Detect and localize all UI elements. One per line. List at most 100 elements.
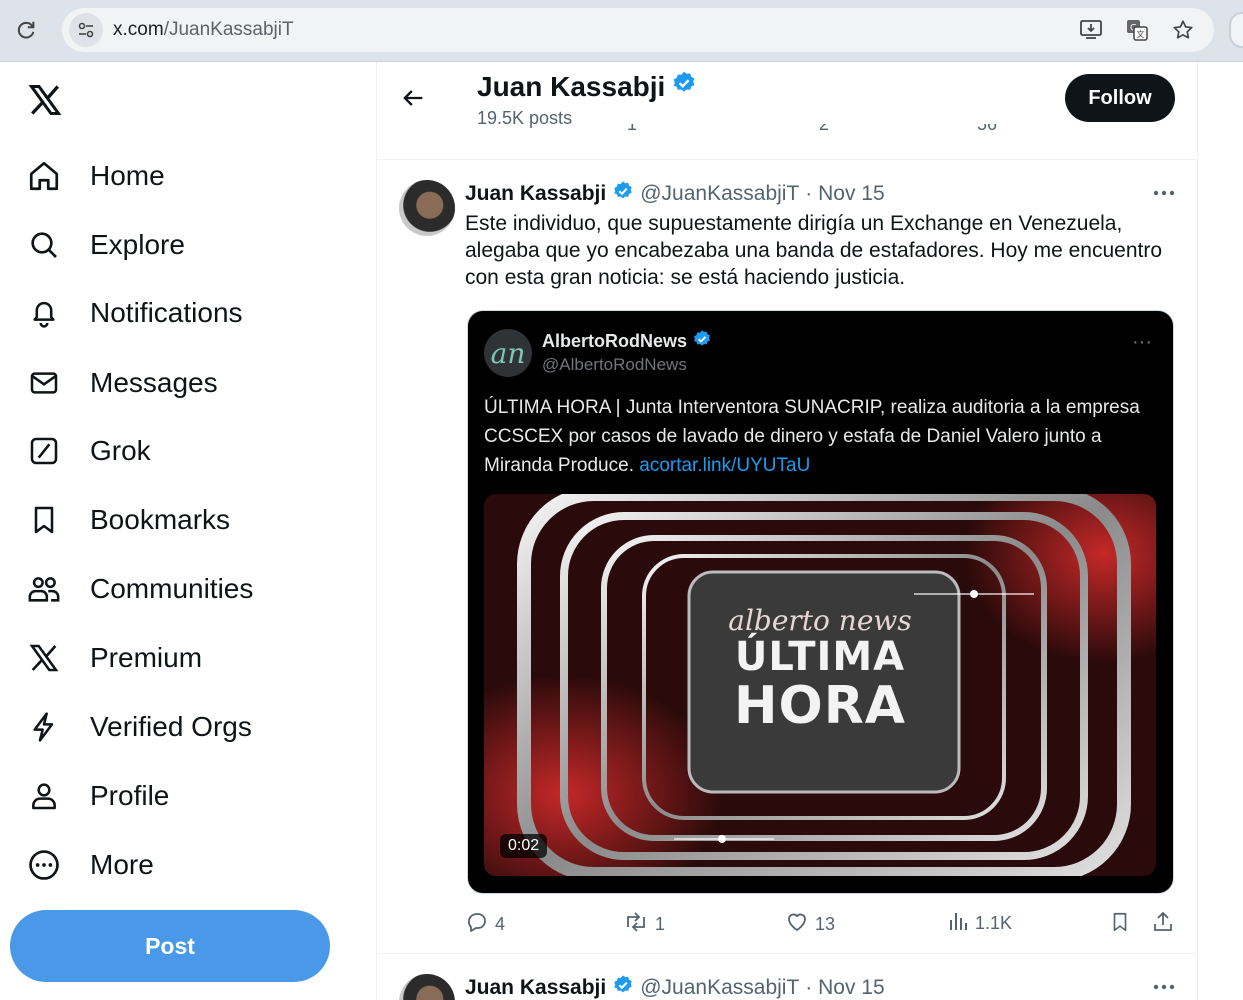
nav-item-home[interactable]: Home bbox=[26, 151, 165, 201]
like-button[interactable]: 13 bbox=[785, 910, 835, 939]
heart-icon bbox=[785, 910, 809, 939]
partial-repost-count: 1 bbox=[627, 124, 638, 134]
quoted-link[interactable]: acortar.link/UYUTaU bbox=[639, 455, 810, 476]
tweet-author-name[interactable]: Juan Kassabji bbox=[465, 976, 606, 1000]
nav-label: More bbox=[90, 849, 154, 880]
share-icon bbox=[1151, 910, 1175, 939]
video-duration: 0:02 bbox=[500, 834, 548, 858]
tweet[interactable]: Juan Kassabji @JuanKassabjiT · Nov 15 Es… bbox=[377, 162, 1197, 954]
x-icon bbox=[26, 640, 62, 676]
nav-label: Profile bbox=[90, 780, 170, 811]
main-column: Juan Kassabji @JuanKassabjiT · Nov 15 Es… bbox=[376, 62, 1198, 1000]
bell-icon bbox=[26, 295, 62, 331]
views-count: 1.1K bbox=[975, 913, 1013, 933]
nav-label: Bookmarks bbox=[90, 504, 231, 535]
nav-item-grok[interactable]: Grok bbox=[26, 426, 151, 476]
repost-icon bbox=[623, 910, 649, 939]
star-icon[interactable] bbox=[1170, 18, 1196, 42]
video-thumbnail[interactable]: alberto news ÚLTIMA HORA 0:02 bbox=[484, 494, 1156, 876]
back-arrow-icon[interactable] bbox=[399, 84, 431, 116]
avatar[interactable] bbox=[399, 180, 455, 236]
avatar[interactable] bbox=[399, 974, 455, 1000]
page-title: Juan Kassabji bbox=[477, 70, 697, 103]
quoted-avatar[interactable]: an bbox=[484, 329, 532, 377]
envelope-icon bbox=[26, 365, 62, 401]
tweet-date[interactable]: · Nov 15 bbox=[805, 182, 884, 206]
media-brand-text: alberto news bbox=[728, 604, 912, 637]
nav-item-profile[interactable]: Profile bbox=[26, 771, 169, 821]
install-app-icon[interactable] bbox=[1078, 18, 1104, 42]
verified-badge-icon bbox=[671, 70, 697, 103]
partial-like-count: 2 bbox=[819, 124, 830, 134]
nav-label: Grok bbox=[90, 435, 151, 466]
quoted-tweet-card[interactable]: an AlbertoRodNews @AlbertoRodNews ··· ÚL… bbox=[467, 310, 1174, 894]
quoted-more-icon: ··· bbox=[1132, 331, 1152, 353]
reply-icon bbox=[465, 910, 489, 939]
more-options-icon[interactable] bbox=[1149, 178, 1179, 208]
profile-header: Juan Kassabji 19.5K posts Follow 1 2 56 bbox=[377, 62, 1197, 160]
tweet-header: Juan Kassabji @JuanKassabjiT · Nov 15 bbox=[465, 180, 885, 208]
follow-button[interactable]: Follow bbox=[1065, 74, 1175, 122]
tweet[interactable]: Juan Kassabji @JuanKassabjiT · Nov 15 bbox=[377, 956, 1197, 1000]
home-icon bbox=[26, 158, 62, 194]
reload-icon[interactable] bbox=[12, 16, 40, 44]
nav-item-premium[interactable]: Premium bbox=[26, 633, 202, 683]
views-button[interactable]: 1.1K bbox=[947, 910, 1012, 937]
url-text[interactable]: x.com/JuanKassabjiT bbox=[113, 19, 294, 41]
translate-icon[interactable]: G文 bbox=[1124, 18, 1150, 42]
nav-label: Verified Orgs bbox=[90, 711, 252, 742]
tweet-author-handle[interactable]: @JuanKassabjiT bbox=[640, 182, 799, 206]
like-count: 13 bbox=[815, 914, 836, 934]
more-circle-icon bbox=[26, 847, 62, 883]
tweet-date[interactable]: · Nov 15 bbox=[805, 976, 884, 1000]
verified-badge-icon bbox=[692, 329, 712, 354]
browser-toolbar: x.com/JuanKassabjiT G文 bbox=[0, 0, 1243, 62]
nav-item-communities[interactable]: Communities bbox=[26, 564, 253, 614]
share-button[interactable] bbox=[1151, 910, 1175, 939]
site-info-icon[interactable] bbox=[69, 13, 103, 47]
reply-button[interactable]: 4 bbox=[465, 910, 505, 939]
profile-avatar-edge[interactable] bbox=[1229, 12, 1243, 48]
x-logo-icon[interactable] bbox=[26, 82, 66, 122]
more-options-icon[interactable] bbox=[1149, 972, 1179, 1000]
quoted-author-handle[interactable]: @AlbertoRodNews bbox=[542, 355, 687, 375]
verified-badge-icon bbox=[612, 180, 634, 208]
tweet-actions: 4 1 13 1.1K bbox=[465, 910, 1185, 944]
repost-button[interactable]: 1 bbox=[623, 910, 665, 939]
grok-icon bbox=[26, 433, 62, 469]
bookmark-button[interactable] bbox=[1109, 910, 1131, 939]
reply-count: 4 bbox=[495, 914, 506, 934]
bookmark-icon bbox=[1109, 910, 1131, 939]
nav-item-bookmarks[interactable]: Bookmarks bbox=[26, 495, 230, 545]
nav-item-notifications[interactable]: Notifications bbox=[26, 288, 243, 338]
nav-item-verified-orgs[interactable]: Verified Orgs bbox=[26, 702, 252, 752]
post-button[interactable]: Post bbox=[10, 910, 330, 982]
media-headline-line1: ÚLTIMA bbox=[734, 634, 906, 680]
quoted-text-body: ÚLTIMA HORA | Junta Interventora SUNACRI… bbox=[484, 397, 1140, 476]
tweet-text: Este individuo, que supuestamente dirigí… bbox=[465, 212, 1163, 289]
views-icon bbox=[947, 910, 969, 937]
quoted-text: ÚLTIMA HORA | Junta Interventora SUNACRI… bbox=[484, 393, 1164, 480]
bookmark-icon bbox=[26, 502, 62, 538]
nav-item-more[interactable]: More bbox=[26, 840, 154, 890]
repost-count: 1 bbox=[655, 914, 666, 934]
lightning-icon bbox=[26, 709, 62, 745]
quoted-author[interactable]: AlbertoRodNews bbox=[542, 329, 712, 354]
nav-item-explore[interactable]: Explore bbox=[26, 220, 185, 270]
nav-item-messages[interactable]: Messages bbox=[26, 358, 218, 408]
tweet-author-name[interactable]: Juan Kassabji bbox=[465, 182, 606, 206]
nav-label: Notifications bbox=[90, 297, 243, 328]
person-icon bbox=[26, 778, 62, 814]
nav-label: Home bbox=[90, 160, 165, 191]
people-icon bbox=[26, 571, 62, 607]
nav-label: Premium bbox=[90, 642, 203, 673]
search-icon bbox=[26, 227, 62, 263]
partial-views-count: 56 bbox=[977, 124, 998, 134]
tweet-author-handle[interactable]: @JuanKassabjiT bbox=[640, 976, 799, 1000]
address-bar[interactable]: x.com/JuanKassabjiT G文 bbox=[62, 8, 1214, 52]
verified-badge-icon bbox=[612, 974, 634, 1000]
quoted-author-name: AlbertoRodNews bbox=[542, 331, 688, 351]
tweet-header: Juan Kassabji @JuanKassabjiT · Nov 15 bbox=[465, 974, 885, 1000]
media-headline-line2: HORA bbox=[733, 676, 906, 736]
nav-label: Communities bbox=[90, 573, 254, 604]
